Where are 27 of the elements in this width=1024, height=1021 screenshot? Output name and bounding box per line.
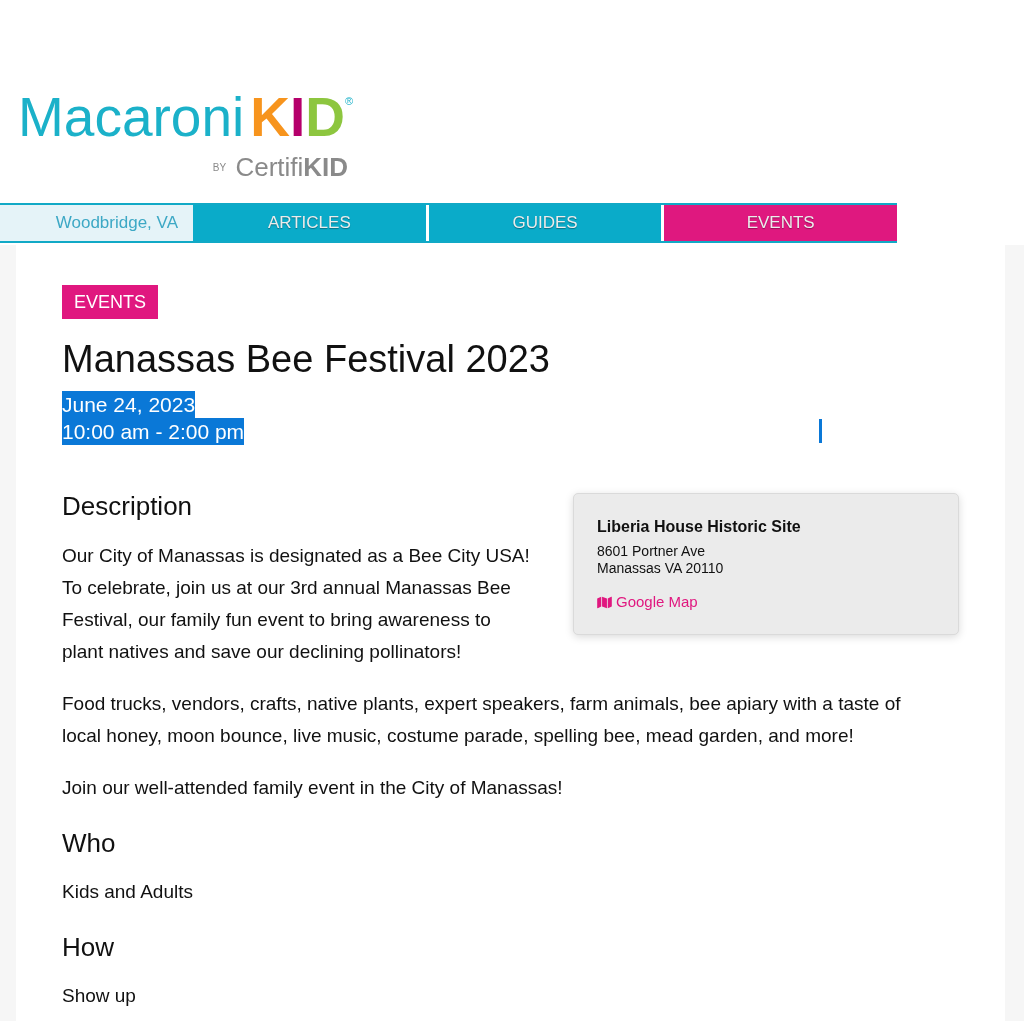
nav-tab[interactable]: ARTICLES bbox=[193, 205, 426, 241]
address-line: Manassas VA 20110 bbox=[597, 560, 724, 577]
logo-letter: I bbox=[289, 90, 306, 145]
logo-letter: D bbox=[305, 90, 345, 145]
map-icon bbox=[597, 595, 612, 609]
body-text: Join our well-attended family event in the City of Manassas! bbox=[62, 776, 564, 800]
logo-letter: K bbox=[250, 90, 290, 145]
location-link[interactable]: Woodbridge, VA bbox=[0, 205, 193, 241]
section-heading: How bbox=[62, 932, 114, 962]
address-line: 8601 Portner Ave bbox=[597, 543, 705, 560]
body-text: Kids and Adults bbox=[62, 880, 194, 904]
logo-text: Macaroni bbox=[18, 90, 245, 145]
event-title: Manassas Bee Festival 2023 bbox=[62, 337, 550, 381]
venue-name: Liberia House Historic Site bbox=[597, 517, 801, 537]
registered-mark: ® bbox=[344, 96, 354, 107]
body-text: Our City of Manassas is designated as a Bee City USA! To celebrate, join us at our 3rd annual Manassas Bee Festival, our family fun event to bring awareness to plant natives and save our declining pollinators! bbox=[62, 544, 531, 664]
body-text: Show up bbox=[62, 984, 137, 1008]
nav-tab[interactable]: GUIDES bbox=[428, 205, 662, 241]
map-link[interactable]: Google Map bbox=[597, 592, 698, 612]
event-time: 10:00 am - 2:00 pm bbox=[62, 418, 245, 445]
section-heading: Description bbox=[62, 491, 193, 521]
section-heading: Who bbox=[62, 828, 116, 858]
category-badge: EVENTS bbox=[62, 285, 159, 319]
event-date: June 24, 2023 bbox=[62, 391, 196, 418]
body-text: Food trucks, vendors, crafts, native plants, expert speakers, farm animals, bee apiary with a taste of local honey, moon bounce, live music, costume parade, spelling bee, mead garden, and more! bbox=[62, 692, 902, 748]
logo-byline: $^{BY}$ CertifiKID bbox=[212, 154, 349, 180]
nav-tab[interactable]: EVENTS bbox=[664, 205, 897, 241]
